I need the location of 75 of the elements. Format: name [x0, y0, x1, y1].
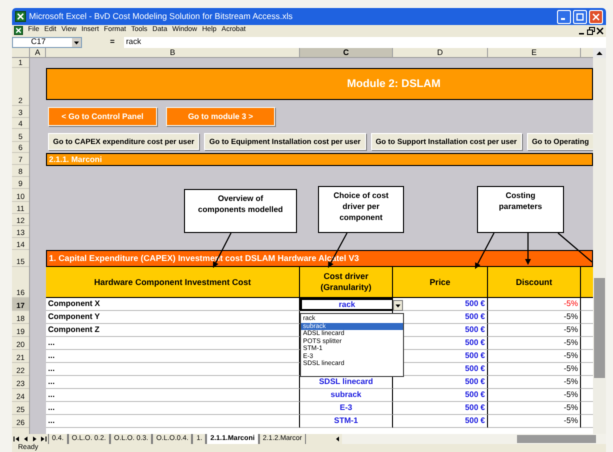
table-cell: ...	[46, 376, 300, 389]
close-icon[interactable]	[596, 26, 604, 34]
callout-box: Costing parameters	[477, 186, 564, 233]
table-cell	[581, 298, 593, 311]
table-cell	[581, 415, 593, 428]
column-heading: Discount	[488, 267, 581, 298]
table-cell	[581, 324, 593, 337]
table-cell: Component Z	[46, 324, 300, 337]
minimize-button[interactable]	[557, 10, 571, 24]
table-cell	[581, 311, 593, 324]
callout-box: Overview of components modelled	[184, 189, 297, 233]
next-sheet-icon[interactable]	[30, 434, 39, 444]
table-cell: ...	[46, 337, 300, 350]
column-heading: Hardware Component Investment Cost	[46, 267, 300, 298]
horizontal-scrollbar[interactable]	[342, 434, 606, 444]
name-box[interactable]: C17	[12, 36, 82, 48]
close-icon	[592, 12, 600, 20]
table-cell	[581, 337, 593, 350]
table-cell: 500 €	[393, 389, 488, 402]
table-cell: STM-1	[300, 415, 393, 428]
maximize-button[interactable]	[573, 10, 587, 24]
column-header[interactable]: C	[300, 48, 393, 57]
column-heading: Cost driver (Granularity)	[300, 267, 393, 298]
table-cell: subrack	[300, 389, 393, 402]
table-cell: -5%	[488, 298, 581, 311]
table-cell	[581, 363, 593, 376]
dropdown-icon[interactable]	[72, 38, 81, 46]
table-cell: ...	[46, 415, 300, 428]
table-cell: 500 €	[393, 402, 488, 415]
table-cell: ...	[46, 389, 300, 402]
table-cell: Component X	[46, 298, 300, 311]
first-sheet-icon[interactable]	[12, 434, 21, 444]
table-cell: -5%	[488, 363, 581, 376]
formula-field[interactable]: rack	[124, 36, 606, 48]
restore-icon[interactable]	[587, 26, 595, 34]
dropdown-arrow-button[interactable]	[393, 300, 403, 311]
column-header[interactable]: E	[488, 48, 581, 57]
module-title: Module 2: DSLAM	[347, 76, 440, 92]
last-sheet-icon[interactable]	[39, 434, 48, 444]
table-cell: 500 €	[393, 415, 488, 428]
table-cell: ...	[46, 363, 300, 376]
scroll-up-icon[interactable]	[593, 48, 606, 58]
section-title: 2.1.1. Marconi	[49, 154, 102, 166]
table-cell: -5%	[488, 337, 581, 350]
table-cell: -5%	[488, 389, 581, 402]
table-cell: 500 €	[393, 298, 488, 311]
column-header[interactable]: A	[30, 48, 46, 57]
table-cell: -5%	[488, 350, 581, 363]
table-cell: SDSL linecard	[300, 376, 393, 389]
table-cell	[581, 350, 593, 363]
table-cell	[581, 402, 593, 415]
maximize-icon	[576, 12, 584, 20]
table-cell: 500 €	[393, 376, 488, 389]
table-cell: -5%	[488, 402, 581, 415]
table-cell: -5%	[488, 415, 581, 428]
table-cell: E-3	[300, 402, 393, 415]
table-cell: ...	[46, 402, 300, 415]
table-cell: -5%	[488, 324, 581, 337]
table-cell: -5%	[488, 376, 581, 389]
close-button[interactable]	[589, 10, 603, 24]
table-cell: rack	[300, 298, 393, 311]
spreadsheet-icon	[14, 26, 23, 35]
column-header[interactable]: D	[393, 48, 488, 57]
window-title: Microsoft Excel - BvD Cost Modeling Solution for Bitstream Access.xls	[29, 10, 293, 23]
column-heading: Price	[393, 267, 488, 298]
table-cell: Component Y	[46, 311, 300, 324]
table-cell: -5%	[488, 311, 581, 324]
table-cell	[581, 376, 593, 389]
callout-box: Choice of cost driver per component	[318, 186, 404, 233]
equals-sign: =	[110, 36, 116, 48]
spreadsheet-icon	[15, 11, 26, 22]
table-cell: ...	[46, 350, 300, 363]
table-cell: 500 €	[393, 311, 488, 324]
vertical-scrollbar[interactable]	[593, 58, 606, 434]
table-cell	[581, 389, 593, 402]
